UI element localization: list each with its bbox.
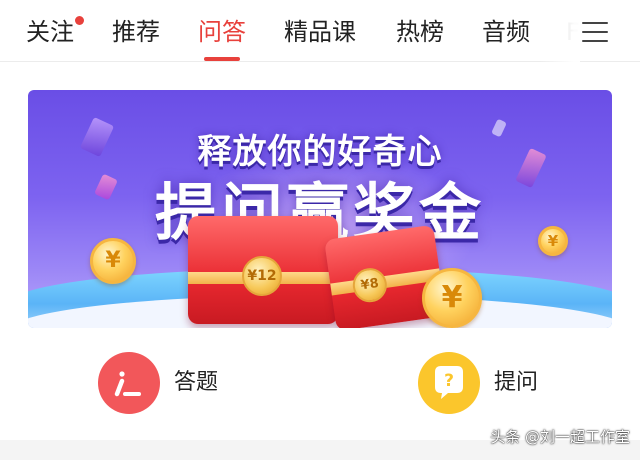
envelope-coin-12: ¥12 xyxy=(242,256,282,296)
tab-overflow[interactable]: F xyxy=(566,14,580,50)
active-tab-indicator xyxy=(204,57,240,61)
answer-label: 答题 xyxy=(174,370,219,395)
gold-coin: ¥ xyxy=(422,268,482,328)
tab-recommend-label: 推荐 xyxy=(112,18,160,46)
tab-hot-list[interactable]: 热榜 xyxy=(396,14,444,50)
ask-label: 提问 xyxy=(494,370,539,395)
tab-overflow-label: F xyxy=(566,18,580,46)
watermark-text: 头条 @刘一超工作室 xyxy=(490,428,630,446)
red-envelope-left: ¥12 xyxy=(188,216,338,324)
tab-premium-courses[interactable]: 精品课 xyxy=(284,14,356,50)
top-tab-bar: 关注 推荐 问答 精品课 热榜 音频 F xyxy=(0,0,640,62)
tab-premium-courses-label: 精品课 xyxy=(284,18,356,46)
promo-banner[interactable]: 释放你的好奇心 提问赢奖金 ¥12 ¥8 ¥ ¥ ¥ xyxy=(28,90,612,328)
question-icon: ? xyxy=(418,352,480,414)
tab-hot-list-label: 热榜 xyxy=(396,18,444,46)
tab-follow[interactable]: 关注 xyxy=(26,14,84,50)
envelope-coin-8: ¥8 xyxy=(350,265,390,305)
tab-follow-label: 关注 xyxy=(26,18,74,46)
gold-coin: ¥ xyxy=(90,238,136,284)
ask-button[interactable]: ? 提问 xyxy=(418,352,558,416)
gold-coin: ¥ xyxy=(538,226,568,256)
pencil-icon xyxy=(98,352,160,414)
notification-dot xyxy=(75,16,84,25)
tab-qa[interactable]: 问答 xyxy=(198,14,246,61)
question-mark-glyph: ? xyxy=(444,371,454,391)
tab-recommend[interactable]: 推荐 xyxy=(112,14,160,50)
tab-audio[interactable]: 音频 xyxy=(482,14,530,50)
answer-button[interactable]: 答题 xyxy=(98,352,238,416)
tab-audio-label: 音频 xyxy=(482,18,530,46)
menu-icon[interactable] xyxy=(582,20,608,44)
tab-qa-label: 问答 xyxy=(198,18,246,46)
